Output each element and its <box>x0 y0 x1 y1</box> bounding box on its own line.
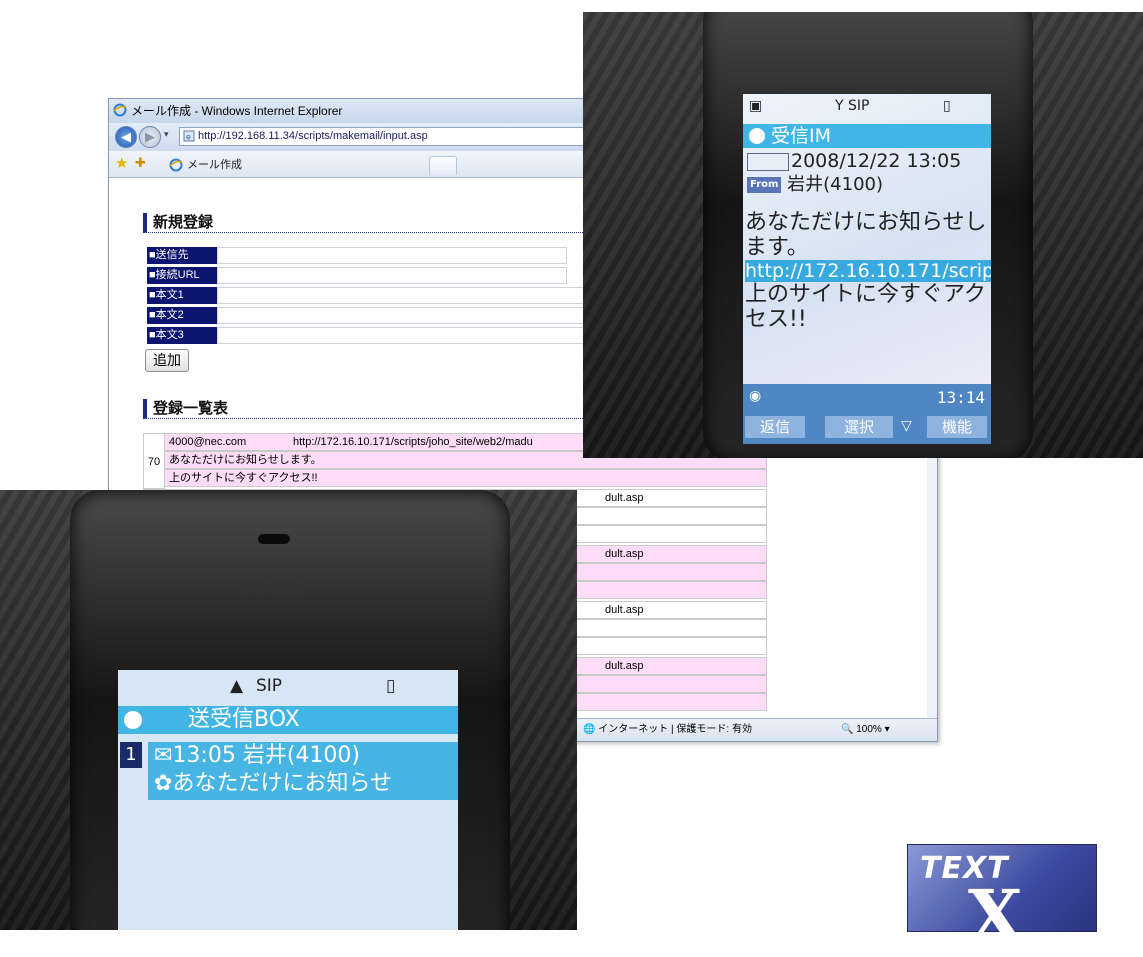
item-line-1: ✉13:05 岩井(4100) <box>154 742 360 770</box>
globe-icon: 🌐 <box>583 724 596 735</box>
address-text: http://192.168.11.34/scripts/makemail/in… <box>198 130 428 142</box>
record-number: 70 <box>143 433 165 489</box>
add-button[interactable]: 追加 <box>145 349 189 372</box>
tab-active[interactable]: メール作成 <box>167 154 417 176</box>
logo-letter: X <box>968 874 1023 957</box>
clock-icon <box>747 152 789 171</box>
signal-sip-icon: Y SIP <box>835 98 870 114</box>
message-header: 受信IM <box>743 124 991 148</box>
phone-clock: 13:14 <box>936 388 985 407</box>
softkey-function[interactable]: 機能 <box>927 416 987 438</box>
ie-icon <box>113 103 127 117</box>
item-number: 1 <box>120 742 142 768</box>
message-date-row: 2008/12/22 13:05 <box>747 150 961 172</box>
form-label: ■本文2 <box>147 307 217 324</box>
favorites-star-icon[interactable]: ★ <box>115 154 128 172</box>
recipient-input[interactable] <box>217 247 567 264</box>
phone-photo-inbox: FOMA ▲ SIP ▯ 送受信BOX 1 ✉13:05 岩井(4100) ✿あ… <box>0 490 577 930</box>
message-icon <box>749 128 765 144</box>
forward-button[interactable]: ▶ <box>139 126 161 148</box>
from-tag: From <box>747 177 782 193</box>
battery-icon: ▯ <box>943 98 951 114</box>
page-icon: e <box>183 130 195 142</box>
signal-icon: ▲ <box>230 676 244 696</box>
camera-lens <box>258 534 290 544</box>
chevron-down-icon: ▽ <box>901 418 912 434</box>
url-input[interactable] <box>217 267 567 284</box>
inbox-title: 送受信BOX <box>188 707 300 732</box>
record-email: 4000@nec.com <box>169 436 247 448</box>
record-url: http://172.16.10.171/scripts/joho_site/w… <box>293 436 533 448</box>
phone-screen: ▣ Y SIP ▯ 受信IM 2008/12/22 13:05 From 岩井(… <box>743 94 991 444</box>
envelope-icon: ✉ <box>154 743 173 768</box>
softkey-select[interactable]: 選択 <box>825 416 893 438</box>
message-icon: ✿ <box>154 771 173 796</box>
battery-icon: ▯ <box>386 676 396 696</box>
zoom-level: 100% <box>856 724 882 735</box>
message-text-2: 上のサイトに今すぐアクセス!! <box>745 282 986 332</box>
phone-brand-logo: FOMA <box>240 578 305 598</box>
item-time-sender: 13:05 岩井(4100) <box>172 743 360 768</box>
record-url: dult.asp <box>605 548 644 560</box>
phone-screen: ▲ SIP ▯ 送受信BOX 1 ✉13:05 岩井(4100) ✿あなただけに… <box>118 670 458 930</box>
text-x-logo: TEXT X <box>907 844 1097 951</box>
back-button[interactable]: ◀ <box>115 126 137 148</box>
phone-bottom-bar: ◉ 13:14 返信 選択 ▽ 機能 <box>743 384 991 444</box>
chevron-down-icon: ▾ <box>884 724 890 735</box>
tab-label: メール作成 <box>187 159 242 171</box>
list-item[interactable]: 1 ✉13:05 岩井(4100) ✿あなただけにお知らせ <box>120 742 458 800</box>
message-text-1: あなただけにお知らせします。 <box>745 210 987 260</box>
form-label: ■本文1 <box>147 287 217 304</box>
record-url: dult.asp <box>605 492 644 504</box>
softkey-reply[interactable]: 返信 <box>745 416 805 438</box>
form-label: ■接続URL <box>147 267 217 284</box>
form-label: ■本文3 <box>147 327 217 344</box>
record-body2: 上のサイトに今すぐアクセス!! <box>165 469 767 487</box>
new-tab-button[interactable] <box>429 156 457 175</box>
ie-icon <box>169 158 183 172</box>
phone-photo-received-message: ▣ Y SIP ▯ 受信IM 2008/12/22 13:05 From 岩井(… <box>583 12 1143 458</box>
message-link[interactable]: http://172.16.10.171/scripts/joho_site/w… <box>745 260 991 282</box>
message-date: 2008/12/22 13:05 <box>791 150 962 172</box>
zoom-icon: 🔍 <box>841 724 854 735</box>
message-from-row: From 岩井(4100) <box>747 174 883 196</box>
mail-status-icon: ▣ <box>749 98 763 114</box>
message-icon <box>124 711 142 729</box>
message-header-title: 受信IM <box>771 125 831 147</box>
item-line-2: ✿あなただけにお知らせ <box>154 770 392 798</box>
message-icon: ◉ <box>749 388 762 404</box>
svg-text:e: e <box>186 133 191 142</box>
security-zone: 🌐 インターネット | 保護モード: 有効 <box>583 719 752 741</box>
add-favorite-icon[interactable]: ✚ <box>135 155 146 171</box>
record-url: dult.asp <box>605 604 644 616</box>
form-label: ■送信先 <box>147 247 217 264</box>
item-preview: あなただけにお知らせ <box>172 771 392 796</box>
from-name: 岩井(4100) <box>787 174 884 195</box>
sip-status: SIP <box>256 676 283 696</box>
security-zone-text: インターネット | 保護モード: 有効 <box>598 724 752 735</box>
zoom-control[interactable]: 🔍 100% ▾ <box>841 719 890 741</box>
inbox-header: 送受信BOX <box>118 706 458 734</box>
history-dropdown-icon[interactable]: ▾ <box>164 129 169 140</box>
message-body: あなただけにお知らせします。 http://172.16.10.171/scri… <box>745 210 991 332</box>
window-title: メール作成 - Windows Internet Explorer <box>131 104 343 118</box>
record-url: dult.asp <box>605 660 644 672</box>
